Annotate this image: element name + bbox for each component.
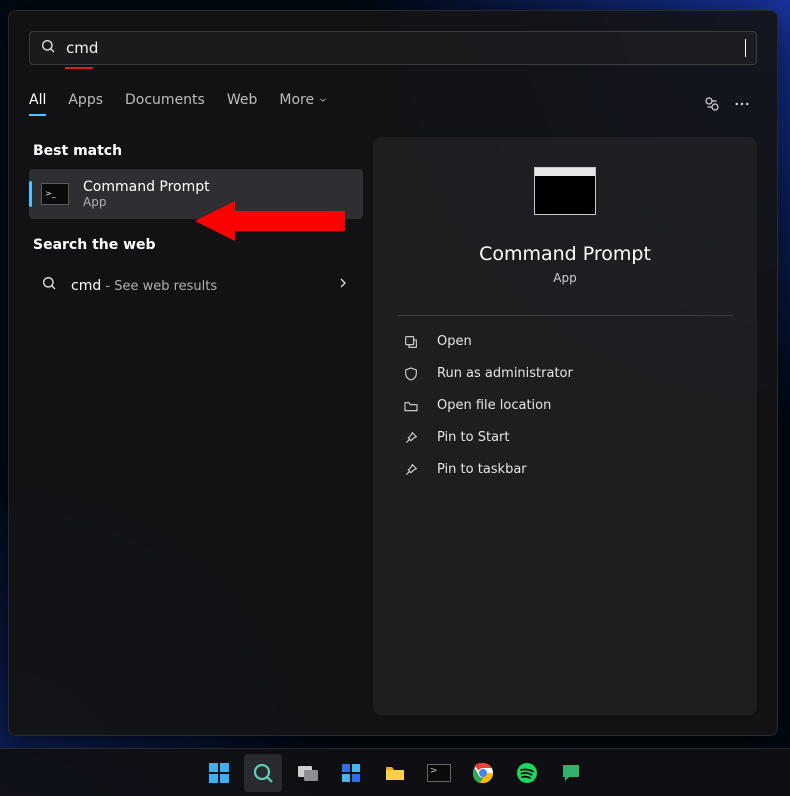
taskbar-task-view[interactable] <box>288 754 326 792</box>
section-search-web: Search the web <box>29 231 363 263</box>
taskbar-chat[interactable] <box>552 754 590 792</box>
taskbar-file-explorer[interactable] <box>376 754 414 792</box>
pin-icon <box>403 462 419 478</box>
tab-more[interactable]: More <box>279 92 328 116</box>
result-title: Command Prompt <box>83 179 210 195</box>
taskbar-search[interactable] <box>244 754 282 792</box>
action-run-admin[interactable]: Run as administrator <box>397 358 733 390</box>
tab-apps[interactable]: Apps <box>68 92 103 116</box>
search-icon <box>41 275 57 295</box>
shield-icon <box>403 366 419 382</box>
command-prompt-icon: >_ <box>41 183 69 205</box>
preview-app-icon <box>534 167 596 215</box>
spellcheck-underline <box>65 67 93 69</box>
action-run-admin-label: Run as administrator <box>437 366 573 381</box>
search-icon <box>251 761 275 785</box>
result-subtitle: App <box>83 195 210 209</box>
folder-icon <box>383 761 407 785</box>
web-query: cmd <box>71 278 101 294</box>
chevron-right-icon <box>335 275 351 295</box>
windows-logo-icon <box>207 761 231 785</box>
section-best-match: Best match <box>29 137 363 169</box>
preview-title: Command Prompt <box>397 243 733 265</box>
action-pin-taskbar-label: Pin to taskbar <box>437 462 527 477</box>
folder-icon <box>403 398 419 414</box>
taskbar-chrome[interactable] <box>464 754 502 792</box>
start-button[interactable] <box>200 754 238 792</box>
text-caret <box>745 39 746 57</box>
taskbar-widgets[interactable] <box>332 754 370 792</box>
command-prompt-icon <box>427 764 451 782</box>
spotify-icon <box>515 761 539 785</box>
result-text: Command Prompt App <box>83 179 210 209</box>
divider <box>397 315 733 316</box>
web-hint: - See web results <box>101 279 217 294</box>
chat-icon <box>559 761 583 785</box>
pin-icon <box>403 430 419 446</box>
task-view-icon <box>295 761 319 785</box>
chevron-down-icon <box>318 95 328 105</box>
search-icon <box>40 38 56 58</box>
action-pin-start[interactable]: Pin to Start <box>397 422 733 454</box>
taskbar <box>0 748 790 796</box>
preview-subtitle: App <box>397 271 733 285</box>
filter-tabs-row: All Apps Documents Web More <box>29 89 757 119</box>
tab-more-label: More <box>279 92 314 108</box>
taskbar-spotify[interactable] <box>508 754 546 792</box>
action-open-label: Open <box>437 334 472 349</box>
tab-all[interactable]: All <box>29 92 46 116</box>
action-open-location-label: Open file location <box>437 398 551 413</box>
preview-pane: Command Prompt App Open Run as administr… <box>373 137 757 716</box>
settings-icon[interactable] <box>697 89 727 119</box>
chrome-icon <box>471 761 495 785</box>
web-result-cmd[interactable]: cmd - See web results <box>29 263 363 307</box>
open-icon <box>403 334 419 350</box>
search-input[interactable] <box>66 39 735 57</box>
results-column: Best match >_ Command Prompt App Search … <box>29 137 363 716</box>
taskbar-command-prompt[interactable] <box>420 754 458 792</box>
action-open[interactable]: Open <box>397 326 733 358</box>
action-pin-start-label: Pin to Start <box>437 430 509 445</box>
start-search-panel: All Apps Documents Web More Best match >… <box>8 10 778 736</box>
action-open-location[interactable]: Open file location <box>397 390 733 422</box>
tab-documents[interactable]: Documents <box>125 92 205 116</box>
action-pin-taskbar[interactable]: Pin to taskbar <box>397 454 733 486</box>
more-options-icon[interactable] <box>727 89 757 119</box>
search-bar[interactable] <box>29 31 757 65</box>
widgets-icon <box>339 761 363 785</box>
tab-web[interactable]: Web <box>227 92 258 116</box>
result-command-prompt[interactable]: >_ Command Prompt App <box>29 169 363 219</box>
